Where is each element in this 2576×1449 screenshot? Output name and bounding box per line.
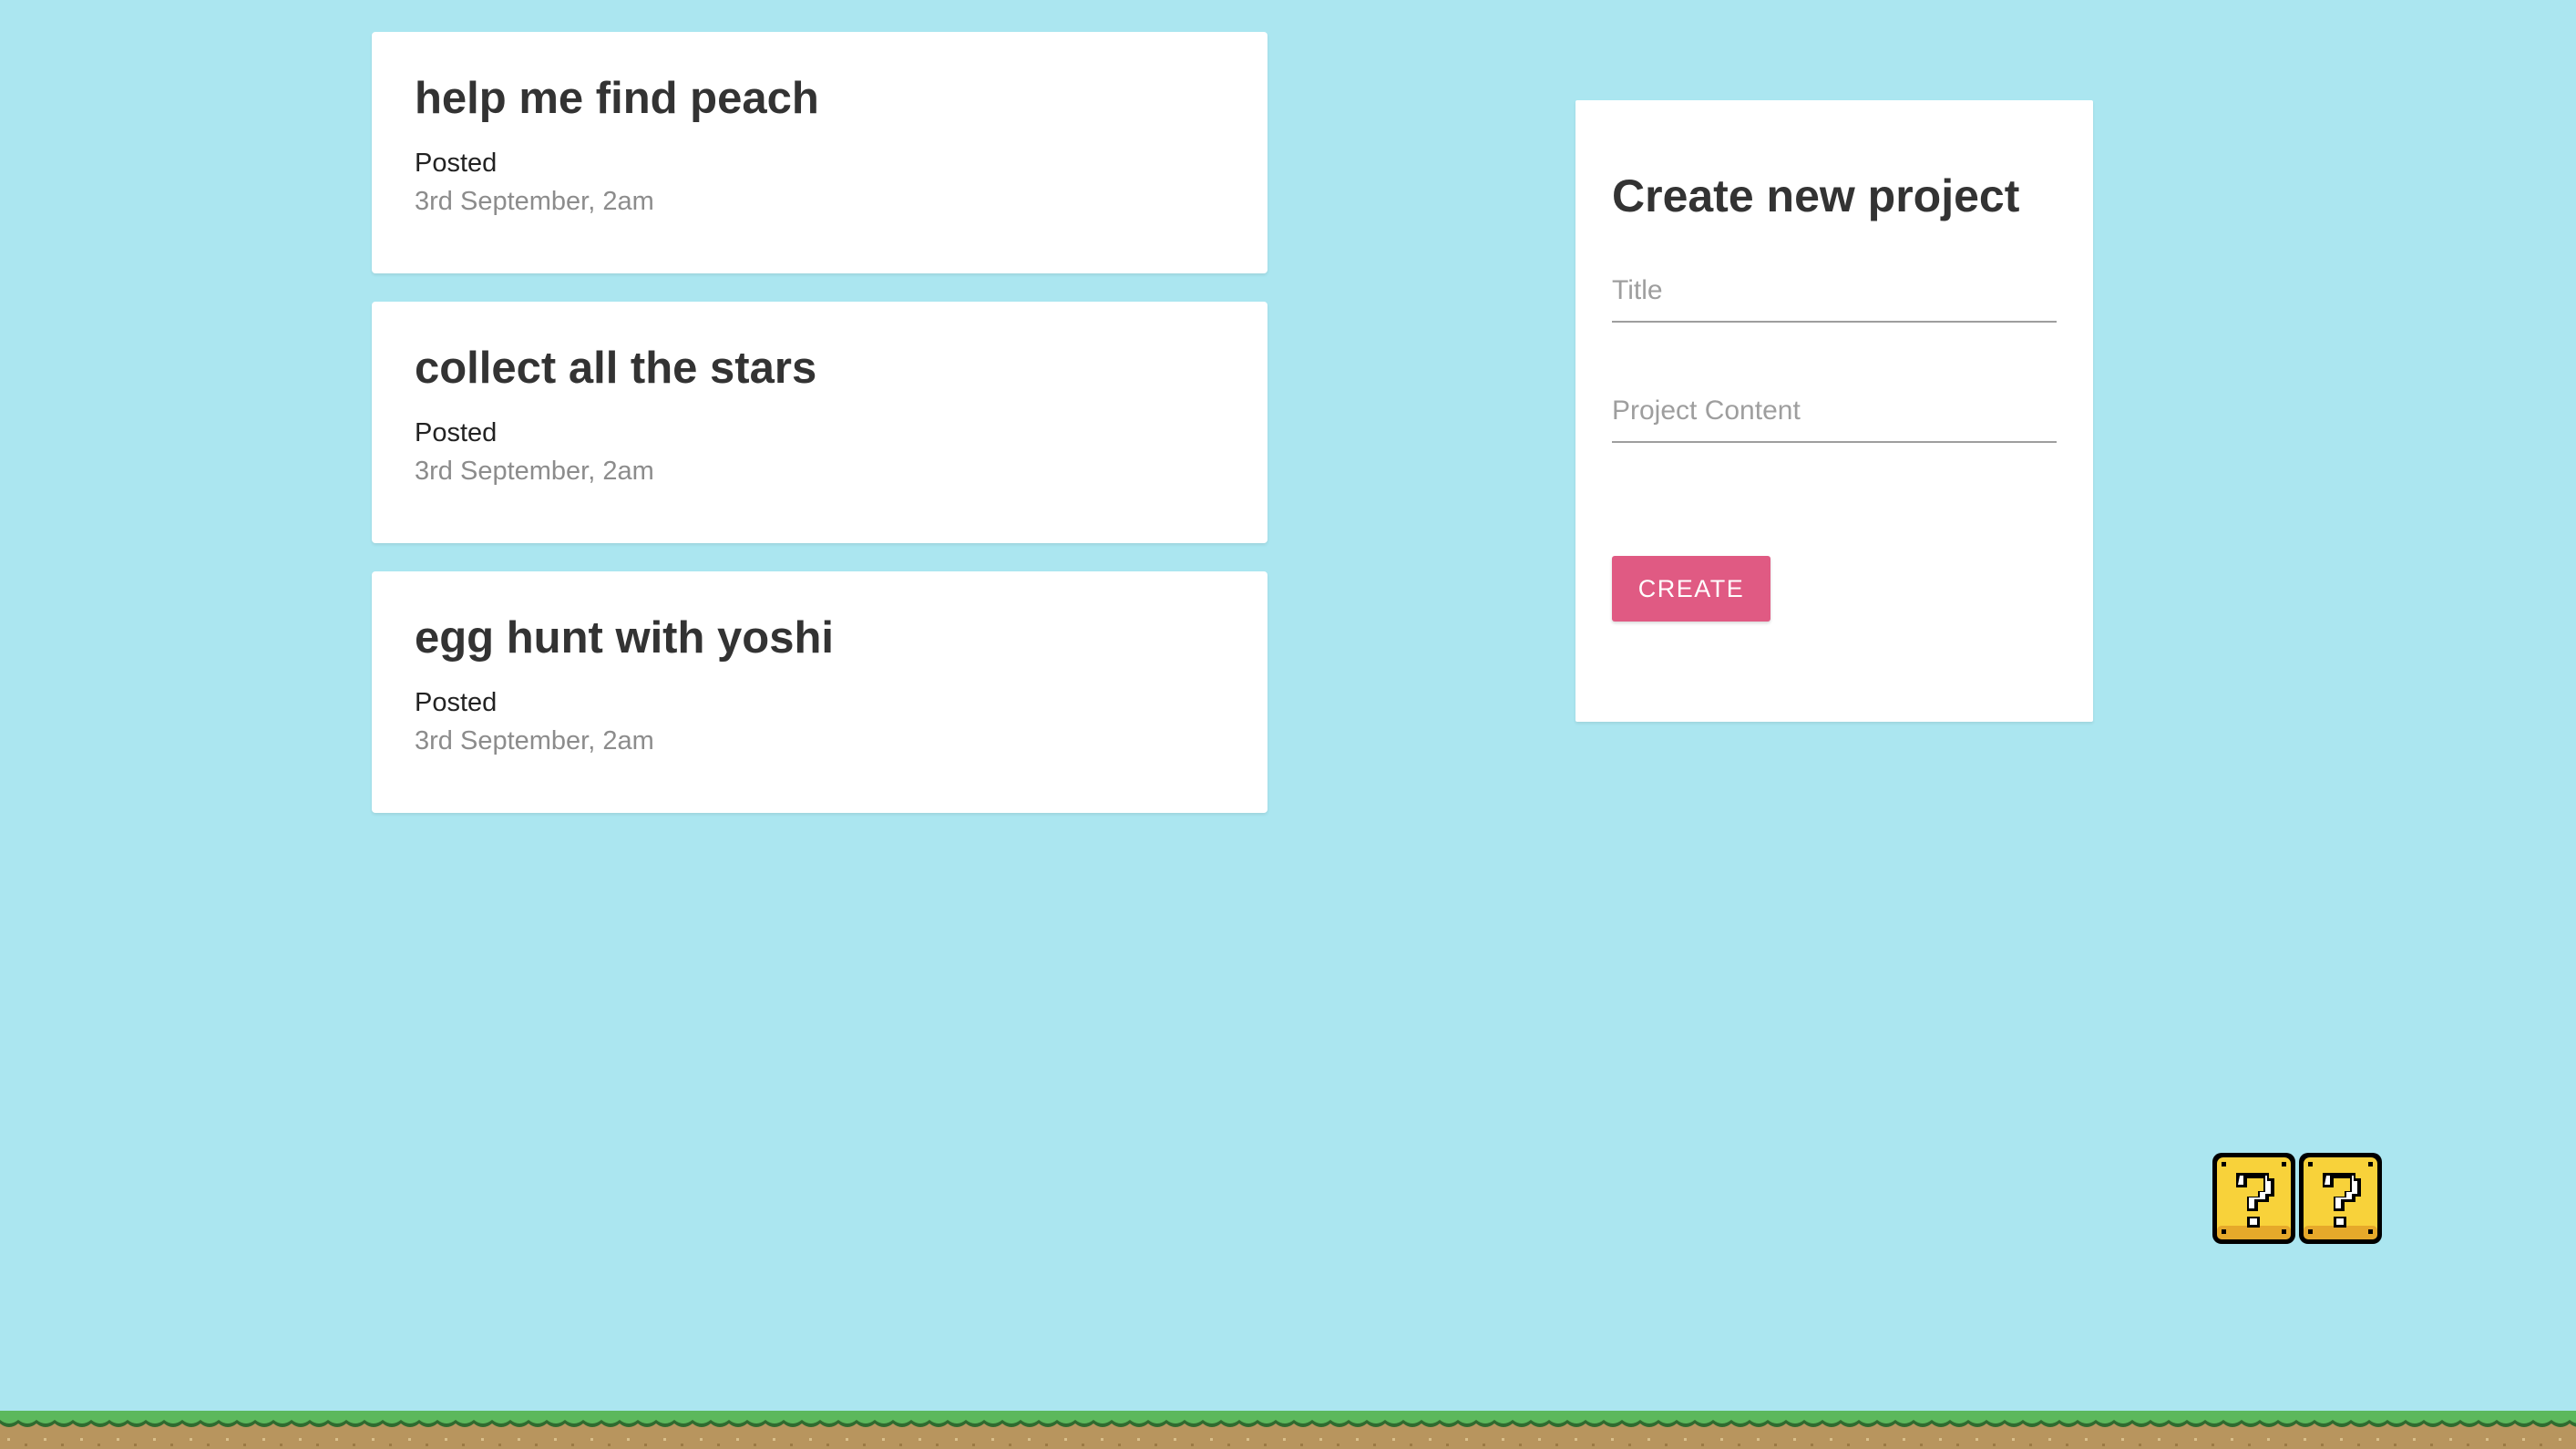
- project-title: collect all the stars: [415, 344, 817, 393]
- project-title: egg hunt with yoshi: [415, 613, 835, 663]
- project-content-field: [1612, 396, 2057, 443]
- title-field: [1612, 275, 2057, 323]
- project-title: help me find peach: [415, 74, 819, 123]
- create-button[interactable]: CREATE: [1612, 556, 1770, 622]
- question-block-icon: [2212, 1153, 2295, 1244]
- question-block-pair: [2212, 1153, 2382, 1244]
- posted-date: 3rd September, 2am: [415, 457, 654, 486]
- project-card[interactable]: help me find peach Posted 3rd September,…: [372, 32, 1267, 273]
- question-block-icon: [2299, 1153, 2382, 1244]
- ground-graphic: [0, 1411, 2576, 1449]
- posted-label: Posted: [415, 688, 498, 717]
- posted-date: 3rd September, 2am: [415, 726, 654, 755]
- grass-ground: [0, 1411, 2576, 1449]
- create-project-form: Create new project CREATE: [1575, 100, 2093, 722]
- posted-label: Posted: [415, 149, 498, 178]
- posted-date: 3rd September, 2am: [415, 187, 654, 216]
- posted-label: Posted: [415, 418, 498, 447]
- project-card[interactable]: collect all the stars Posted 3rd Septemb…: [372, 302, 1267, 543]
- form-heading: Create new project: [1612, 170, 2020, 221]
- title-input[interactable]: [1612, 275, 2057, 321]
- project-card[interactable]: egg hunt with yoshi Posted 3rd September…: [372, 571, 1267, 813]
- page-background: { "projects": [ {"title": "help me find …: [0, 0, 2576, 1449]
- question-blocks: [2211, 1151, 2384, 1246]
- project-content-input[interactable]: [1612, 396, 2057, 441]
